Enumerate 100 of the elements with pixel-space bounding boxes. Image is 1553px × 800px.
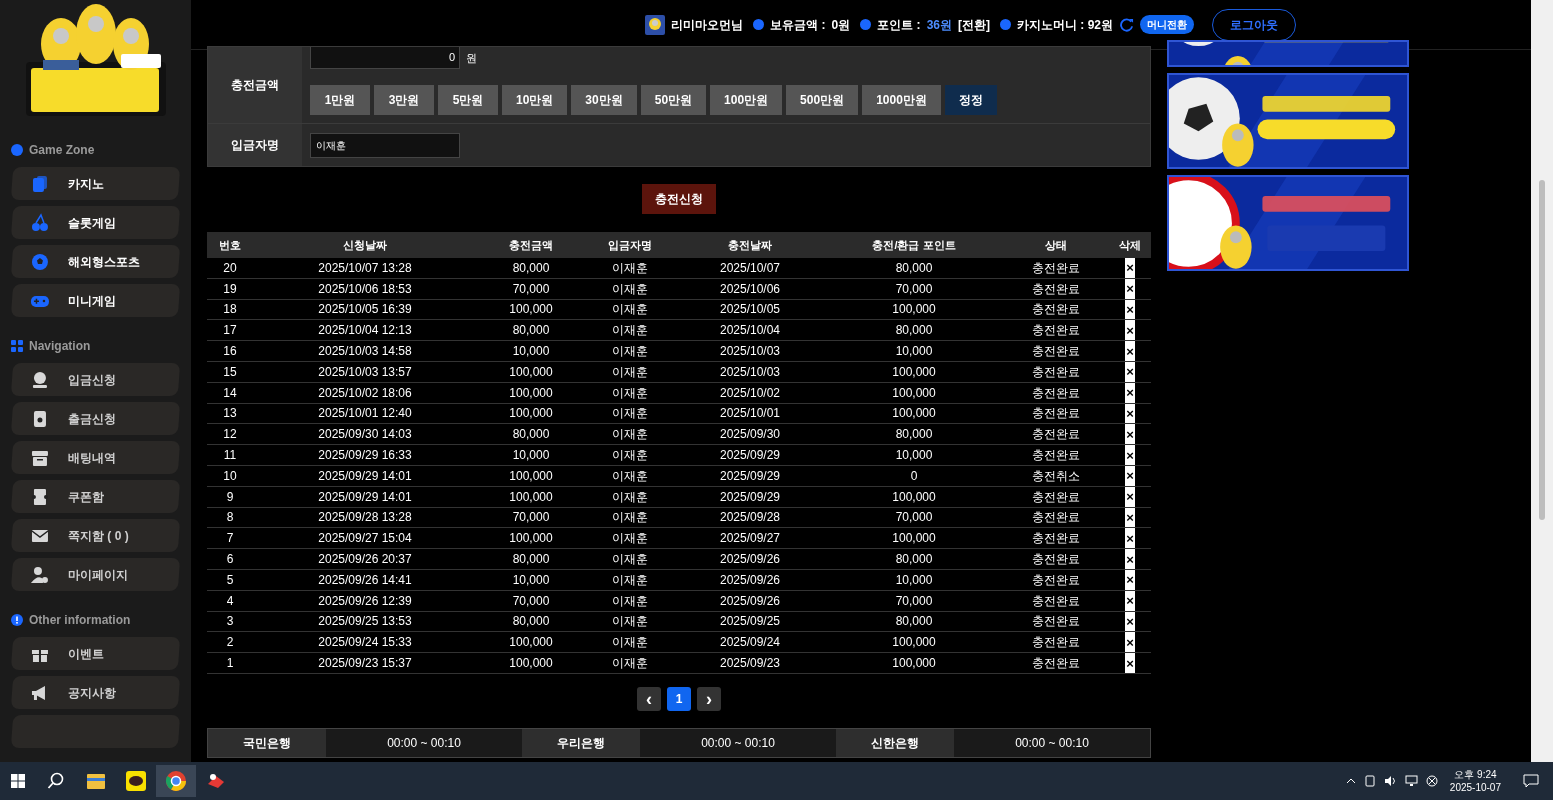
amount-field[interactable]: 0: [310, 47, 460, 69]
bank-hours: 00:00 ~ 00:10: [701, 734, 775, 752]
delete-button[interactable]: ×: [1125, 403, 1135, 424]
amount-preset-button[interactable]: 500만원: [786, 85, 859, 115]
table-cell-text: 9: [225, 488, 235, 506]
notification-icon[interactable]: [1523, 774, 1539, 788]
delete-button[interactable]: ×: [1125, 382, 1135, 403]
previous-page-button[interactable]: ‹: [637, 686, 661, 711]
page-button[interactable]: 1: [667, 686, 691, 711]
table-cell-text: 20: [222, 259, 238, 277]
table-cell-text: 이재훈: [611, 509, 649, 527]
amount-preset-button[interactable]: 1만원: [310, 85, 370, 115]
table-cell-text: 70,000: [894, 592, 934, 610]
delete-button[interactable]: ×: [1125, 362, 1135, 382]
sidebar-item[interactable]: 이벤트: [10, 637, 181, 670]
table-cell-text: 이재훈: [611, 592, 649, 610]
table-cell-text: 2025/10/02 18:06: [317, 384, 413, 402]
amount-preset-button[interactable]: 50만원: [640, 85, 707, 115]
table-cell-text: 이재훈: [611, 613, 649, 631]
sidebar-item[interactable]: 해외형스포츠: [10, 245, 181, 278]
table-cell-text: 80,000: [511, 259, 551, 277]
refresh-icon[interactable]: [1119, 17, 1134, 32]
sidebar-item[interactable]: 출금신청: [10, 402, 181, 435]
table-cell-text: 10,000: [894, 343, 934, 361]
table-cell-text: 이재훈: [611, 426, 649, 444]
amount-preset-button[interactable]: 3만원: [374, 85, 434, 115]
field-label: 입금자명: [231, 137, 279, 154]
delete-button[interactable]: ×: [1125, 424, 1135, 445]
table-cell-text: 충전완료: [1031, 384, 1081, 402]
delete-button[interactable]: ×: [1125, 258, 1135, 278]
browser-icon[interactable]: [166, 771, 186, 791]
sidebar-item[interactable]: 쪽지함 ( 0 ): [10, 519, 181, 552]
folder-icon[interactable]: [87, 773, 105, 789]
delete-button[interactable]: ×: [1125, 569, 1135, 590]
search-icon[interactable]: [47, 772, 65, 790]
delete-button[interactable]: ×: [1125, 611, 1135, 632]
amount-preset-button[interactable]: 10만원: [502, 85, 568, 115]
depositor-field[interactable]: 이재훈: [310, 132, 460, 158]
bank-name: 국민은행: [243, 734, 291, 752]
sidebar-item[interactable]: 슬롯게임: [10, 206, 181, 239]
table-cell-text: 2025/10/03 14:58: [317, 343, 413, 361]
table-cell-text: 2025/09/29 14:01: [317, 467, 413, 485]
delete-button[interactable]: ×: [1125, 299, 1135, 320]
delete-button[interactable]: ×: [1125, 320, 1135, 341]
sidebar-item[interactable]: 미니게임: [10, 284, 181, 317]
delete-button[interactable]: ×: [1125, 549, 1135, 569]
table-cell-text: 충전완료: [1031, 363, 1081, 381]
amount-preset-button[interactable]: 1000만원: [862, 85, 941, 115]
sidebar-item[interactable]: 마이페이지: [10, 558, 181, 591]
table-cell-text: 이재훈: [611, 530, 649, 548]
chat-app-icon[interactable]: [126, 771, 146, 791]
reset-button[interactable]: 정정: [944, 85, 997, 115]
convert-link[interactable]: [전환]: [958, 15, 990, 34]
delete-button[interactable]: ×: [1125, 278, 1135, 299]
windows-icon[interactable]: [11, 774, 25, 788]
network-icon[interactable]: [1404, 775, 1418, 787]
table-cell-text: 100,000: [508, 530, 554, 548]
amount-preset-button[interactable]: 5만원: [438, 85, 498, 115]
table-cell-text: 100,000: [508, 655, 554, 673]
coin-icon: [30, 369, 50, 390]
amount-preset-button[interactable]: 30만원: [571, 85, 637, 115]
table-cell-text: 2025/09/24 15:33: [317, 634, 413, 652]
next-page-button[interactable]: ›: [697, 686, 721, 711]
delete-button[interactable]: ×: [1125, 507, 1135, 528]
sidebar-item[interactable]: 배팅내역: [10, 441, 181, 474]
user-gear-icon: [30, 564, 50, 585]
delete-button[interactable]: ×: [1125, 341, 1135, 361]
speaker-icon[interactable]: [1383, 775, 1397, 787]
sidebar-item[interactable]: 공지사항: [10, 676, 181, 709]
table-cell-text: 10,000: [511, 447, 551, 465]
sidebar-item[interactable]: 쿠폰함: [10, 480, 181, 513]
table-cell-text: 100,000: [891, 488, 937, 506]
table-cell-text: 2025/09/28 13:28: [317, 509, 413, 527]
table-cell-text: 이재훈: [611, 488, 649, 506]
table-cell-text: 충전완료: [1031, 530, 1081, 548]
table-cell-text: 4: [225, 592, 235, 610]
table-cell-text: 충전완료: [1031, 551, 1081, 569]
table-cell-text: 80,000: [894, 322, 934, 340]
table-cell-text: 10,000: [511, 571, 551, 589]
column-header: 신청날짜: [342, 237, 388, 253]
delete-button[interactable]: ×: [1125, 590, 1135, 611]
delete-button[interactable]: ×: [1125, 528, 1135, 549]
device-icon[interactable]: [1363, 775, 1376, 787]
delete-button[interactable]: ×: [1125, 486, 1135, 507]
chevron-up-icon[interactable]: [1345, 778, 1356, 784]
delete-button[interactable]: ×: [1125, 632, 1135, 653]
blocked-icon[interactable]: [1425, 775, 1438, 787]
table-cell-text: 1: [225, 655, 235, 673]
sidebar-item[interactable]: 카지노: [10, 167, 181, 200]
money-convert-button[interactable]: 머니전환: [1140, 15, 1194, 34]
table-cell-text: 100,000: [891, 530, 937, 548]
table-cell-text: 2025/10/03: [718, 363, 782, 381]
delete-button[interactable]: ×: [1125, 465, 1135, 486]
submit-button[interactable]: 충전신청: [642, 184, 716, 214]
table-cell-text: 80,000: [894, 426, 934, 444]
sidebar-item[interactable]: 입금신청: [10, 363, 181, 396]
amount-preset-button[interactable]: 100만원: [710, 85, 783, 115]
app-icon[interactable]: [206, 772, 226, 790]
delete-button[interactable]: ×: [1125, 653, 1135, 673]
delete-button[interactable]: ×: [1125, 445, 1135, 465]
